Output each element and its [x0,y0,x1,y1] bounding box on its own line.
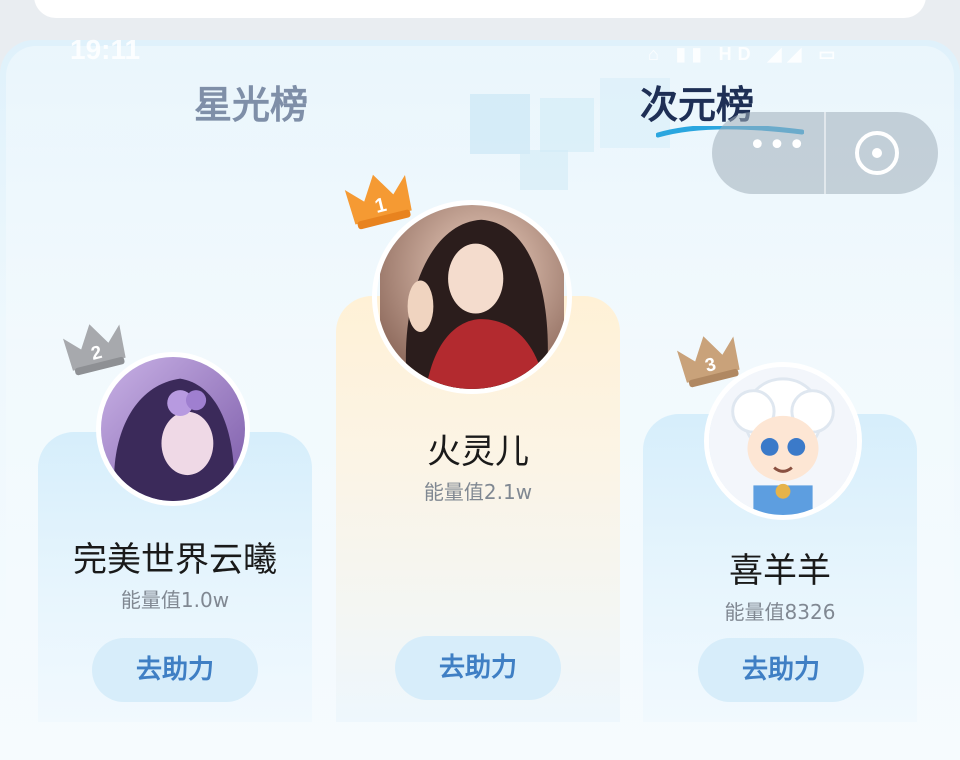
rank-third-name: 喜羊羊 [729,551,831,591]
top-card [34,0,926,18]
decor-square [470,94,530,154]
decor-square [520,150,568,190]
rank-first-name: 火灵儿 [427,432,529,472]
help-button-third[interactable]: 去助力 [698,638,864,702]
rank-second-energy: 能量值1.0w [120,588,230,612]
capsule-divider [824,112,826,194]
tab-star-rank[interactable]: 星光榜 [194,74,308,129]
avatar-first-image [380,205,564,389]
mini-program-capsule: ••• [712,112,938,194]
rank-second-name: 完美世界云曦 [73,540,277,580]
avatar-second-image [101,357,245,501]
avatar-first[interactable] [372,200,572,394]
avatar-second[interactable] [96,352,250,506]
rank-third-energy: 能量值8326 [724,600,836,624]
decor-square [540,98,594,152]
help-button-first[interactable]: 去助力 [395,636,561,700]
status-time: 19:11 [70,34,141,65]
rank-first-energy: 能量值2.1w [423,480,533,504]
help-button-second[interactable]: 去助力 [92,638,258,702]
close-circle-icon[interactable] [854,130,900,176]
more-dots-icon[interactable]: ••• [748,131,808,164]
avatar-third[interactable] [704,362,862,520]
avatar-third-image [709,367,857,515]
